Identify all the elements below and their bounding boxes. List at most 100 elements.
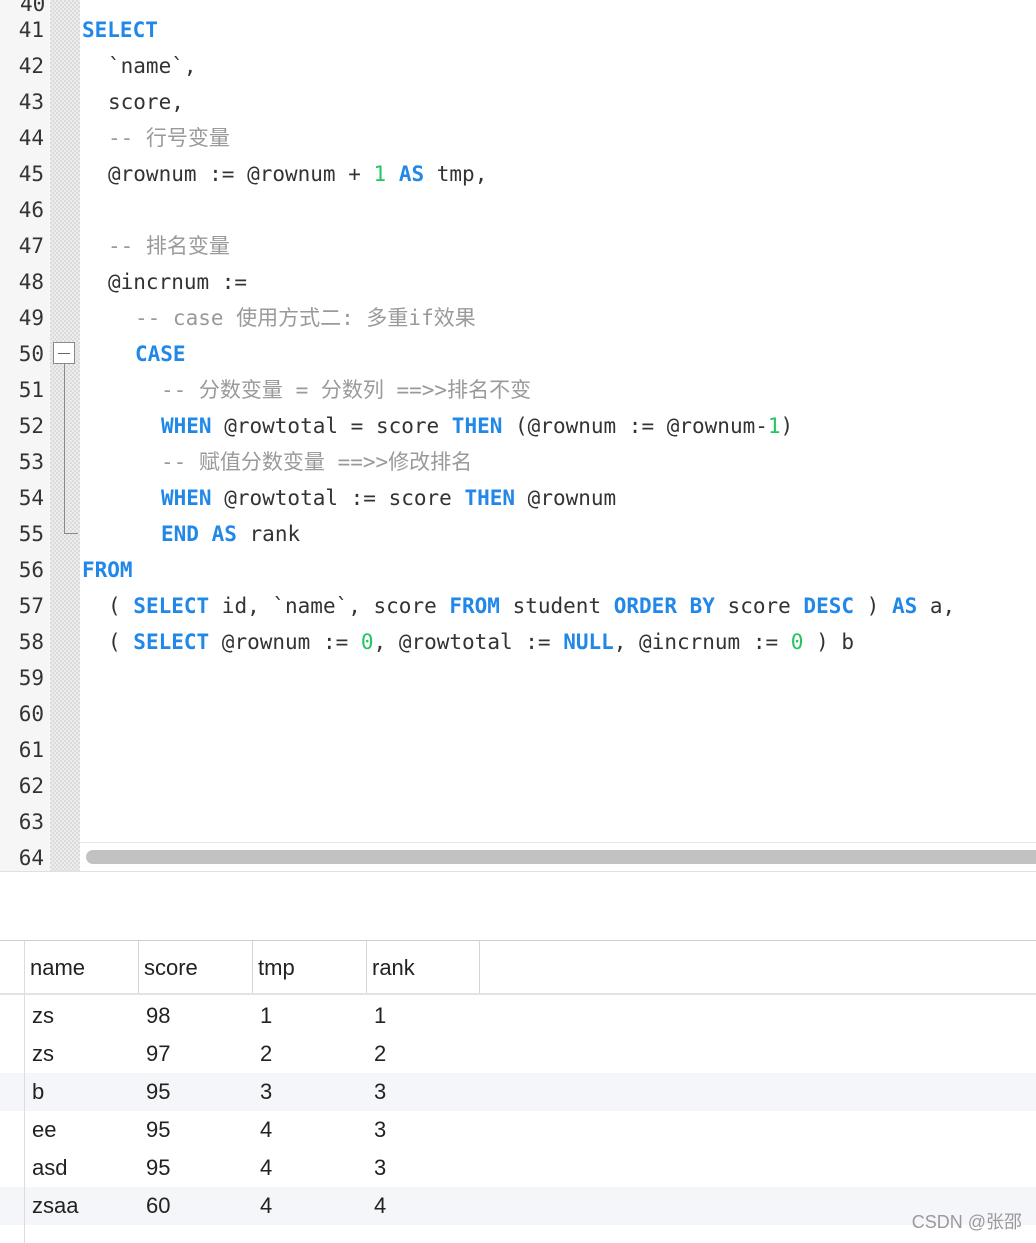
column-header-score[interactable]: score [138, 941, 252, 993]
table-cell-tmp[interactable]: 2 [260, 1035, 272, 1073]
table-cell-name[interactable]: asd [32, 1149, 67, 1187]
code-line[interactable]: 61 [0, 732, 1036, 768]
code-text[interactable]: ( SELECT id, `name`, score FROM student … [82, 588, 955, 624]
code-text[interactable]: @incrnum := [82, 264, 247, 300]
code-line[interactable]: 41 SELECT [0, 12, 1036, 48]
code-line[interactable]: 58 ( SELECT @rownum := 0, @rowtotal := NU… [0, 624, 1036, 660]
line-number: 55 [18, 522, 44, 546]
fold-range-line [64, 364, 65, 534]
code-line[interactable]: 53 -- 赋值分数变量 ==>>修改排名 [0, 444, 1036, 480]
code-text[interactable]: SELECT [82, 12, 158, 48]
code-text[interactable]: -- 排名变量 [82, 228, 230, 264]
table-cell-score[interactable]: 98 [146, 997, 170, 1035]
code-text[interactable]: score, [82, 84, 184, 120]
code-line[interactable]: 43 score, [0, 84, 1036, 120]
table-cell-score[interactable]: 95 [146, 1073, 170, 1111]
table-row[interactable]: ee 95 4 3 [0, 1111, 1036, 1149]
pane-divider[interactable] [0, 871, 1036, 872]
code-line[interactable]: 45 @rownum := @rownum + 1 AS tmp, [0, 156, 1036, 192]
code-text[interactable]: FROM [82, 552, 133, 588]
line-number: 43 [18, 90, 44, 114]
line-number: 59 [18, 666, 44, 690]
column-header-rank[interactable]: rank [366, 941, 480, 993]
line-number: 50 [18, 342, 44, 366]
line-number: 61 [18, 738, 44, 762]
code-text[interactable]: WHEN @rowtotal = score THEN (@rownum := … [82, 408, 793, 444]
code-text[interactable]: CASE [82, 336, 186, 372]
result-header-row: name score tmp rank [0, 941, 1036, 995]
table-cell-rank[interactable]: 3 [374, 1073, 386, 1111]
line-number: 60 [18, 702, 44, 726]
line-number: 56 [18, 558, 44, 582]
code-line[interactable]: 51 -- 分数变量 = 分数列 ==>>排名不变 [0, 372, 1036, 408]
table-cell-rank[interactable]: 4 [374, 1187, 386, 1225]
line-number: 42 [18, 54, 44, 78]
code-text[interactable]: WHEN @rowtotal := score THEN @rownum [82, 480, 616, 516]
line-number: 62 [18, 774, 44, 798]
code-line[interactable]: 44 -- 行号变量 [0, 120, 1036, 156]
table-row[interactable]: zs 98 1 1 [0, 997, 1036, 1035]
table-cell-score[interactable]: 95 [146, 1149, 170, 1187]
table-cell-name[interactable]: b [32, 1073, 44, 1111]
table-row[interactable]: asd 95 4 3 [0, 1149, 1036, 1187]
code-text[interactable]: ( SELECT @rownum := 0, @rowtotal := NULL… [82, 624, 854, 660]
code-line[interactable]: 49 -- case 使用方式二: 多重if效果 [0, 300, 1036, 336]
line-number: 44 [18, 126, 44, 150]
code-line[interactable]: 60 [0, 696, 1036, 732]
table-row[interactable]: zsaa 60 4 4 [0, 1187, 1036, 1225]
line-number: 64 [18, 846, 44, 870]
column-header-tmp[interactable]: tmp [252, 941, 366, 993]
code-line[interactable]: 59 [0, 660, 1036, 696]
code-text[interactable]: -- 分数变量 = 分数列 ==>>排名不变 [82, 372, 531, 408]
line-number: 53 [18, 450, 44, 474]
code-text[interactable]: END AS rank [82, 516, 300, 552]
code-line[interactable]: 62 [0, 768, 1036, 804]
code-text[interactable]: -- 赋值分数变量 ==>>修改排名 [82, 444, 472, 480]
table-row[interactable]: zs 97 2 2 [0, 1035, 1036, 1073]
table-cell-name[interactable]: zsaa [32, 1187, 78, 1225]
table-cell-tmp[interactable]: 3 [260, 1073, 272, 1111]
code-text[interactable]: `name`, [82, 48, 197, 84]
table-cell-rank[interactable]: 1 [374, 997, 386, 1035]
line-number: 57 [18, 594, 44, 618]
table-cell-tmp[interactable]: 1 [260, 997, 272, 1035]
code-text[interactable]: -- case 使用方式二: 多重if效果 [82, 300, 476, 336]
code-text[interactable]: @rownum := @rownum + 1 AS tmp, [82, 156, 487, 192]
fold-toggle-icon[interactable] [53, 342, 75, 364]
grid-left-border [24, 941, 25, 1243]
table-cell-score[interactable]: 97 [146, 1035, 170, 1073]
column-header-name[interactable]: name [24, 941, 138, 993]
code-text[interactable]: -- 行号变量 [82, 120, 230, 156]
table-cell-name[interactable]: ee [32, 1111, 56, 1149]
line-number: 49 [18, 306, 44, 330]
table-cell-rank[interactable]: 3 [374, 1149, 386, 1187]
line-number: 63 [18, 810, 44, 834]
code-line[interactable]: 46 [0, 192, 1036, 228]
code-line[interactable]: 47 -- 排名变量 [0, 228, 1036, 264]
table-cell-rank[interactable]: 2 [374, 1035, 386, 1073]
code-line[interactable]: 42 `name`, [0, 48, 1036, 84]
table-cell-tmp[interactable]: 4 [260, 1187, 272, 1225]
code-line[interactable]: 52 WHEN @rowtotal = score THEN (@rownum :… [0, 408, 1036, 444]
code-line[interactable]: 57 ( SELECT id, `name`, score FROM studen… [0, 588, 1036, 624]
table-cell-rank[interactable]: 3 [374, 1111, 386, 1149]
code-line[interactable]: 56 FROM [0, 552, 1036, 588]
table-cell-tmp[interactable]: 4 [260, 1111, 272, 1149]
watermark: CSDN @张邵 [911, 1212, 1022, 1232]
line-number: 47 [18, 234, 44, 258]
table-row[interactable]: b 95 3 3 [0, 1073, 1036, 1111]
code-line[interactable]: 48 @incrnum := [0, 264, 1036, 300]
table-cell-name[interactable]: zs [32, 1035, 54, 1073]
result-grid[interactable]: name score tmp rank zs 98 1 1 zs 97 2 2 b 95 3 3 ee 9… [0, 940, 1036, 1243]
horizontal-scrollbar-thumb[interactable] [86, 850, 1036, 864]
sql-editor[interactable]: 40 41 SELECT 42 `name`, 43 score, 44 -- 行号变量 45 @… [0, 0, 1036, 872]
code-line[interactable]: 55 END AS rank [0, 516, 1036, 552]
table-cell-score[interactable]: 60 [146, 1187, 170, 1225]
code-line[interactable]: 50 CASE [0, 336, 1036, 372]
code-line[interactable]: 54 WHEN @rowtotal := score THEN @rownum [0, 480, 1036, 516]
table-cell-name[interactable]: zs [32, 997, 54, 1035]
line-number: 46 [18, 198, 44, 222]
table-cell-score[interactable]: 95 [146, 1111, 170, 1149]
code-line[interactable]: 63 [0, 804, 1036, 840]
table-cell-tmp[interactable]: 4 [260, 1149, 272, 1187]
